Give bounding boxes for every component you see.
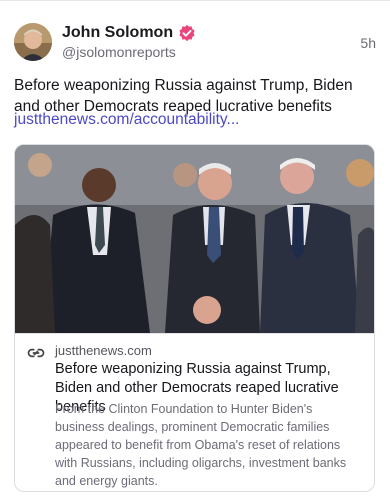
link-chain-icon bbox=[27, 348, 45, 358]
author-handle[interactable]: @jsolomonreports bbox=[62, 44, 176, 60]
post-link[interactable]: justthenews.com/accountability... bbox=[14, 111, 239, 129]
avatar-image bbox=[14, 23, 52, 61]
avatar[interactable] bbox=[14, 23, 52, 61]
post-card[interactable]: John Solomon @jsolomonreports 5h Before … bbox=[0, 0, 390, 500]
post-header: John Solomon @jsolomonreports 5h bbox=[14, 23, 376, 63]
author-name[interactable]: John Solomon bbox=[62, 24, 173, 42]
link-preview-description: From the Clinton Foundation to Hunter Bi… bbox=[55, 402, 347, 488]
verified-badge-icon bbox=[179, 24, 195, 42]
link-preview-meta: justthenews.com Before weaponizing Russi… bbox=[15, 333, 374, 491]
author-name-row: John Solomon bbox=[62, 23, 196, 43]
link-preview-image[interactable] bbox=[15, 145, 375, 333]
post-timestamp: 5h bbox=[360, 35, 376, 51]
link-preview-card[interactable]: justthenews.com Before weaponizing Russi… bbox=[14, 144, 375, 492]
link-preview-domain: justthenews.com bbox=[55, 343, 152, 358]
